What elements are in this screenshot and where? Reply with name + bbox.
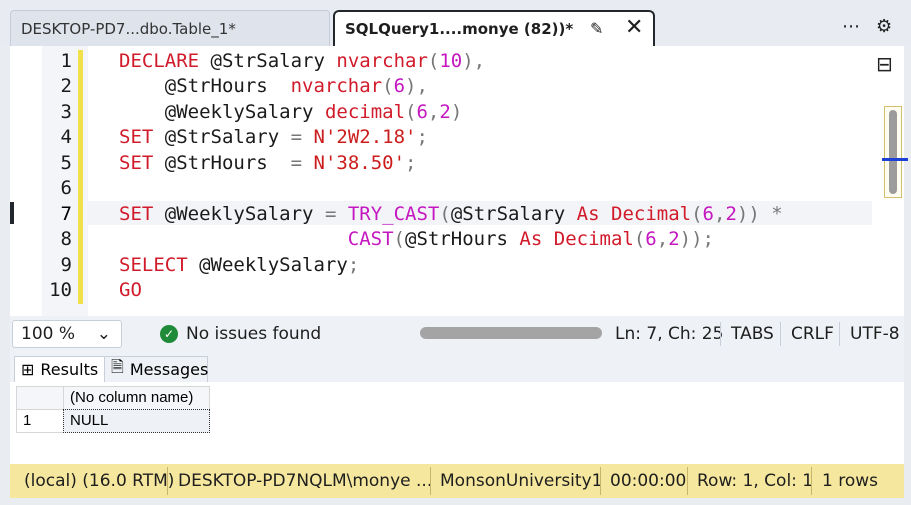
- more-icon[interactable]: ⋯: [842, 16, 860, 37]
- divider: [167, 467, 168, 495]
- line-number: 5: [60, 152, 72, 174]
- line-number: 10: [49, 279, 72, 301]
- split-editor-icon[interactable]: ⊟: [876, 52, 893, 76]
- divider: [687, 467, 688, 495]
- row-number[interactable]: 1: [16, 409, 64, 433]
- horizontal-scrollbar-thumb[interactable]: [420, 327, 602, 339]
- line-number: 7: [60, 203, 72, 225]
- current-line-marker: [10, 202, 14, 224]
- row-header-corner: [16, 386, 64, 410]
- user-info: DESKTOP-PD7NQLM\monye ...: [178, 471, 433, 491]
- results-tabs: ⊞ Results 🗎 Messages: [10, 352, 904, 382]
- connection-status-bar: (local) (16.0 RTM) DESKTOP-PD7NQLM\monye…: [10, 464, 904, 498]
- code-line-5: SET @StrHours = N'38.50';: [119, 152, 417, 174]
- divider: [811, 467, 812, 495]
- pin-icon[interactable]: ✎: [590, 19, 603, 38]
- divider: [780, 322, 781, 346]
- chevron-down-icon: ⌄: [96, 324, 111, 344]
- code-line-4: SET @StrSalary = N'2W2.18';: [119, 126, 428, 148]
- divider: [720, 322, 721, 346]
- results-pane: ⊞ Results 🗎 Messages (No column name) 1 …: [10, 352, 904, 464]
- divider: [430, 467, 431, 495]
- tab-results-label: Results: [40, 360, 99, 379]
- tab-messages-label: Messages: [129, 360, 209, 379]
- tab-messages[interactable]: 🗎 Messages: [104, 356, 208, 382]
- tab-bar: DESKTOP-PD7...dbo.Table_1* SQLQuery1....…: [0, 0, 911, 46]
- grid-cursor: Row: 1, Col: 1: [697, 471, 814, 491]
- code-line-10: GO: [119, 279, 142, 301]
- encoding[interactable]: UTF-8: [850, 324, 900, 344]
- line-ending[interactable]: CRLF: [791, 324, 834, 344]
- divider: [600, 467, 601, 495]
- line-number: 6: [60, 177, 72, 199]
- line-number: 2: [60, 75, 72, 97]
- line-number: 3: [60, 101, 72, 123]
- scroll-caret-marker: [882, 158, 908, 161]
- database-name: MonsonUniversity1: [440, 471, 603, 491]
- left-edge: [0, 46, 10, 505]
- code-editor[interactable]: 1 2 3 4 5 6 7 8 9 10 DECLARE @StrSalary …: [10, 46, 908, 316]
- code-line-7: SET @WeeklySalary = TRY_CAST(@StrSalary …: [119, 203, 783, 225]
- code-line-9: SELECT @WeeklySalary;: [119, 254, 360, 276]
- code-line-3: @WeeklySalary decimal(6,2): [164, 101, 463, 123]
- row-count: 1 rows: [822, 471, 878, 491]
- scrollbar-thumb[interactable]: [889, 110, 897, 194]
- cursor-position[interactable]: Ln: 7, Ch: 25: [615, 324, 723, 344]
- code-line-1: DECLARE @StrSalary nvarchar(10),: [119, 50, 486, 72]
- messages-icon: 🗎: [111, 357, 124, 376]
- line-number: 1: [60, 50, 72, 72]
- server-info: (local) (16.0 RTM): [24, 471, 175, 491]
- gear-icon[interactable]: ⚙: [876, 16, 892, 37]
- line-number: 8: [60, 228, 72, 250]
- elapsed-time: 00:00:00: [610, 471, 687, 491]
- zoom-value: 100 %: [21, 324, 76, 344]
- divider: [839, 322, 840, 346]
- editor-status-bar: 100 % ⌄ ✓ No issues found Ln: 7, Ch: 25 …: [10, 316, 904, 352]
- tab-table-1[interactable]: DESKTOP-PD7...dbo.Table_1*: [10, 10, 330, 46]
- code-line-2: @StrHours nvarchar(6),: [164, 75, 428, 97]
- tab-label: DESKTOP-PD7...dbo.Table_1*: [21, 19, 236, 38]
- change-tracking-bar: [78, 50, 83, 304]
- check-circle-icon: ✓: [160, 325, 178, 343]
- tab-results[interactable]: ⊞ Results: [14, 356, 106, 382]
- code-line-8: CAST(@StrHours As Decimal(6,2));: [347, 228, 714, 250]
- editor-margin: [10, 46, 42, 316]
- column-header[interactable]: (No column name): [63, 386, 210, 410]
- close-icon[interactable]: ✕: [625, 15, 643, 40]
- issues-text: No issues found: [186, 324, 322, 344]
- zoom-select[interactable]: 100 % ⌄: [12, 320, 122, 348]
- grid-icon: ⊞: [21, 360, 35, 379]
- result-cell[interactable]: NULL: [63, 409, 210, 433]
- vertical-scrollbar[interactable]: [882, 106, 908, 198]
- tab-label: SQLQuery1....monye (82))*: [345, 20, 574, 38]
- tab-sqlquery1[interactable]: SQLQuery1....monye (82))* ✎ ✕: [333, 10, 655, 46]
- line-number: 9: [60, 254, 72, 276]
- indent-mode[interactable]: TABS: [731, 324, 774, 344]
- issues-indicator[interactable]: ✓ No issues found: [160, 324, 321, 344]
- line-number: 4: [60, 126, 72, 148]
